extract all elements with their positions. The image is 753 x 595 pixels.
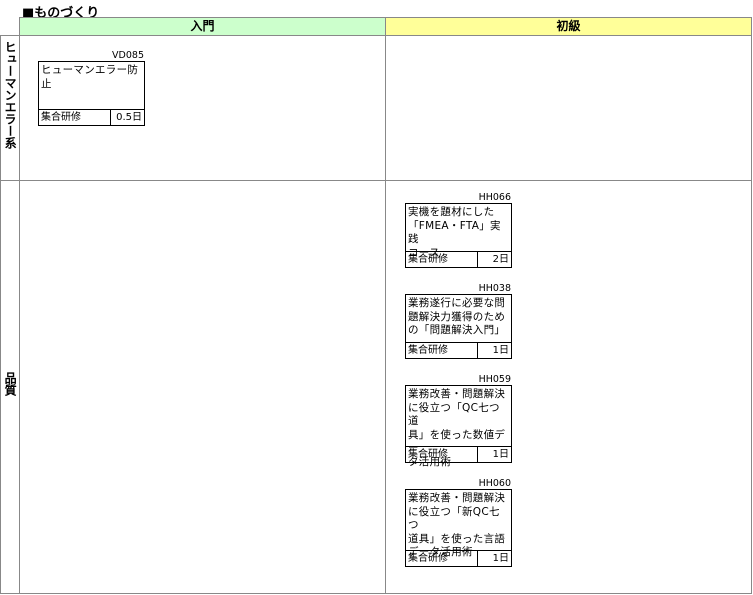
course-footer: 集合研修 1日 (406, 342, 511, 358)
course-card[interactable]: 業務改善・問題解決 に役立つ「新QC七つ 道具」を使った言語 データ活用術 集合… (405, 489, 512, 567)
course-footer: 集合研修 0.5日 (39, 109, 144, 125)
grid-line (751, 17, 752, 594)
grid-line (0, 593, 752, 594)
row-header-label: 品質 (3, 372, 18, 396)
course-type: 集合研修 (408, 254, 448, 265)
grid-line (385, 17, 386, 594)
course-duration: 0.5日 (110, 110, 144, 125)
column-header-elementary: 初級 (386, 18, 751, 35)
course-card[interactable]: ヒューマンエラー防止 集合研修 0.5日 (38, 61, 145, 126)
course-footer: 集合研修 2日 (406, 251, 511, 267)
course-card[interactable]: 実機を題材にした 「FMEA・FTA」実践 コース 集合研修 2日 (405, 203, 512, 268)
course-duration: 1日 (477, 447, 511, 462)
grid-line (19, 17, 20, 594)
course-duration: 1日 (477, 551, 511, 566)
course-type: 集合研修 (41, 112, 81, 123)
course-card[interactable]: 業務改善・問題解決 に役立つ「QC七つ道 具」を使った数値デー タ活用術 集合研… (405, 385, 512, 468)
course-title: 業務遂行に必要な問 題解決力獲得のため の「問題解決入門」 (408, 297, 506, 336)
grid-line (0, 35, 752, 36)
row-header-quality: 品質 (1, 372, 19, 399)
course-card[interactable]: 業務遂行に必要な問 題解決力獲得のため の「問題解決入門」 集合研修 1日 (405, 294, 512, 359)
course-code: HH060 (478, 478, 511, 489)
row-header-human-error: ヒューマンエラー系 (1, 41, 19, 152)
course-type: 集合研修 (408, 449, 448, 460)
course-grid: 入門 初級 ヒューマンエラー系 品質 VD085 ヒューマンエラー防止 集合研修… (0, 17, 752, 594)
course-footer: 集合研修 1日 (406, 550, 511, 566)
course-code: HH038 (478, 283, 511, 294)
course-duration: 2日 (477, 252, 511, 267)
column-header-beginner: 入門 (20, 18, 385, 35)
row-header-label: ヒューマンエラー系 (3, 41, 18, 149)
course-type: 集合研修 (408, 553, 448, 564)
course-code: VD085 (112, 50, 144, 61)
course-type: 集合研修 (408, 345, 448, 356)
course-footer: 集合研修 1日 (406, 446, 511, 462)
course-title: ヒューマンエラー防止 (41, 64, 139, 90)
course-duration: 1日 (477, 343, 511, 358)
course-code: HH059 (478, 374, 511, 385)
course-code: HH066 (478, 192, 511, 203)
grid-line (0, 180, 752, 181)
